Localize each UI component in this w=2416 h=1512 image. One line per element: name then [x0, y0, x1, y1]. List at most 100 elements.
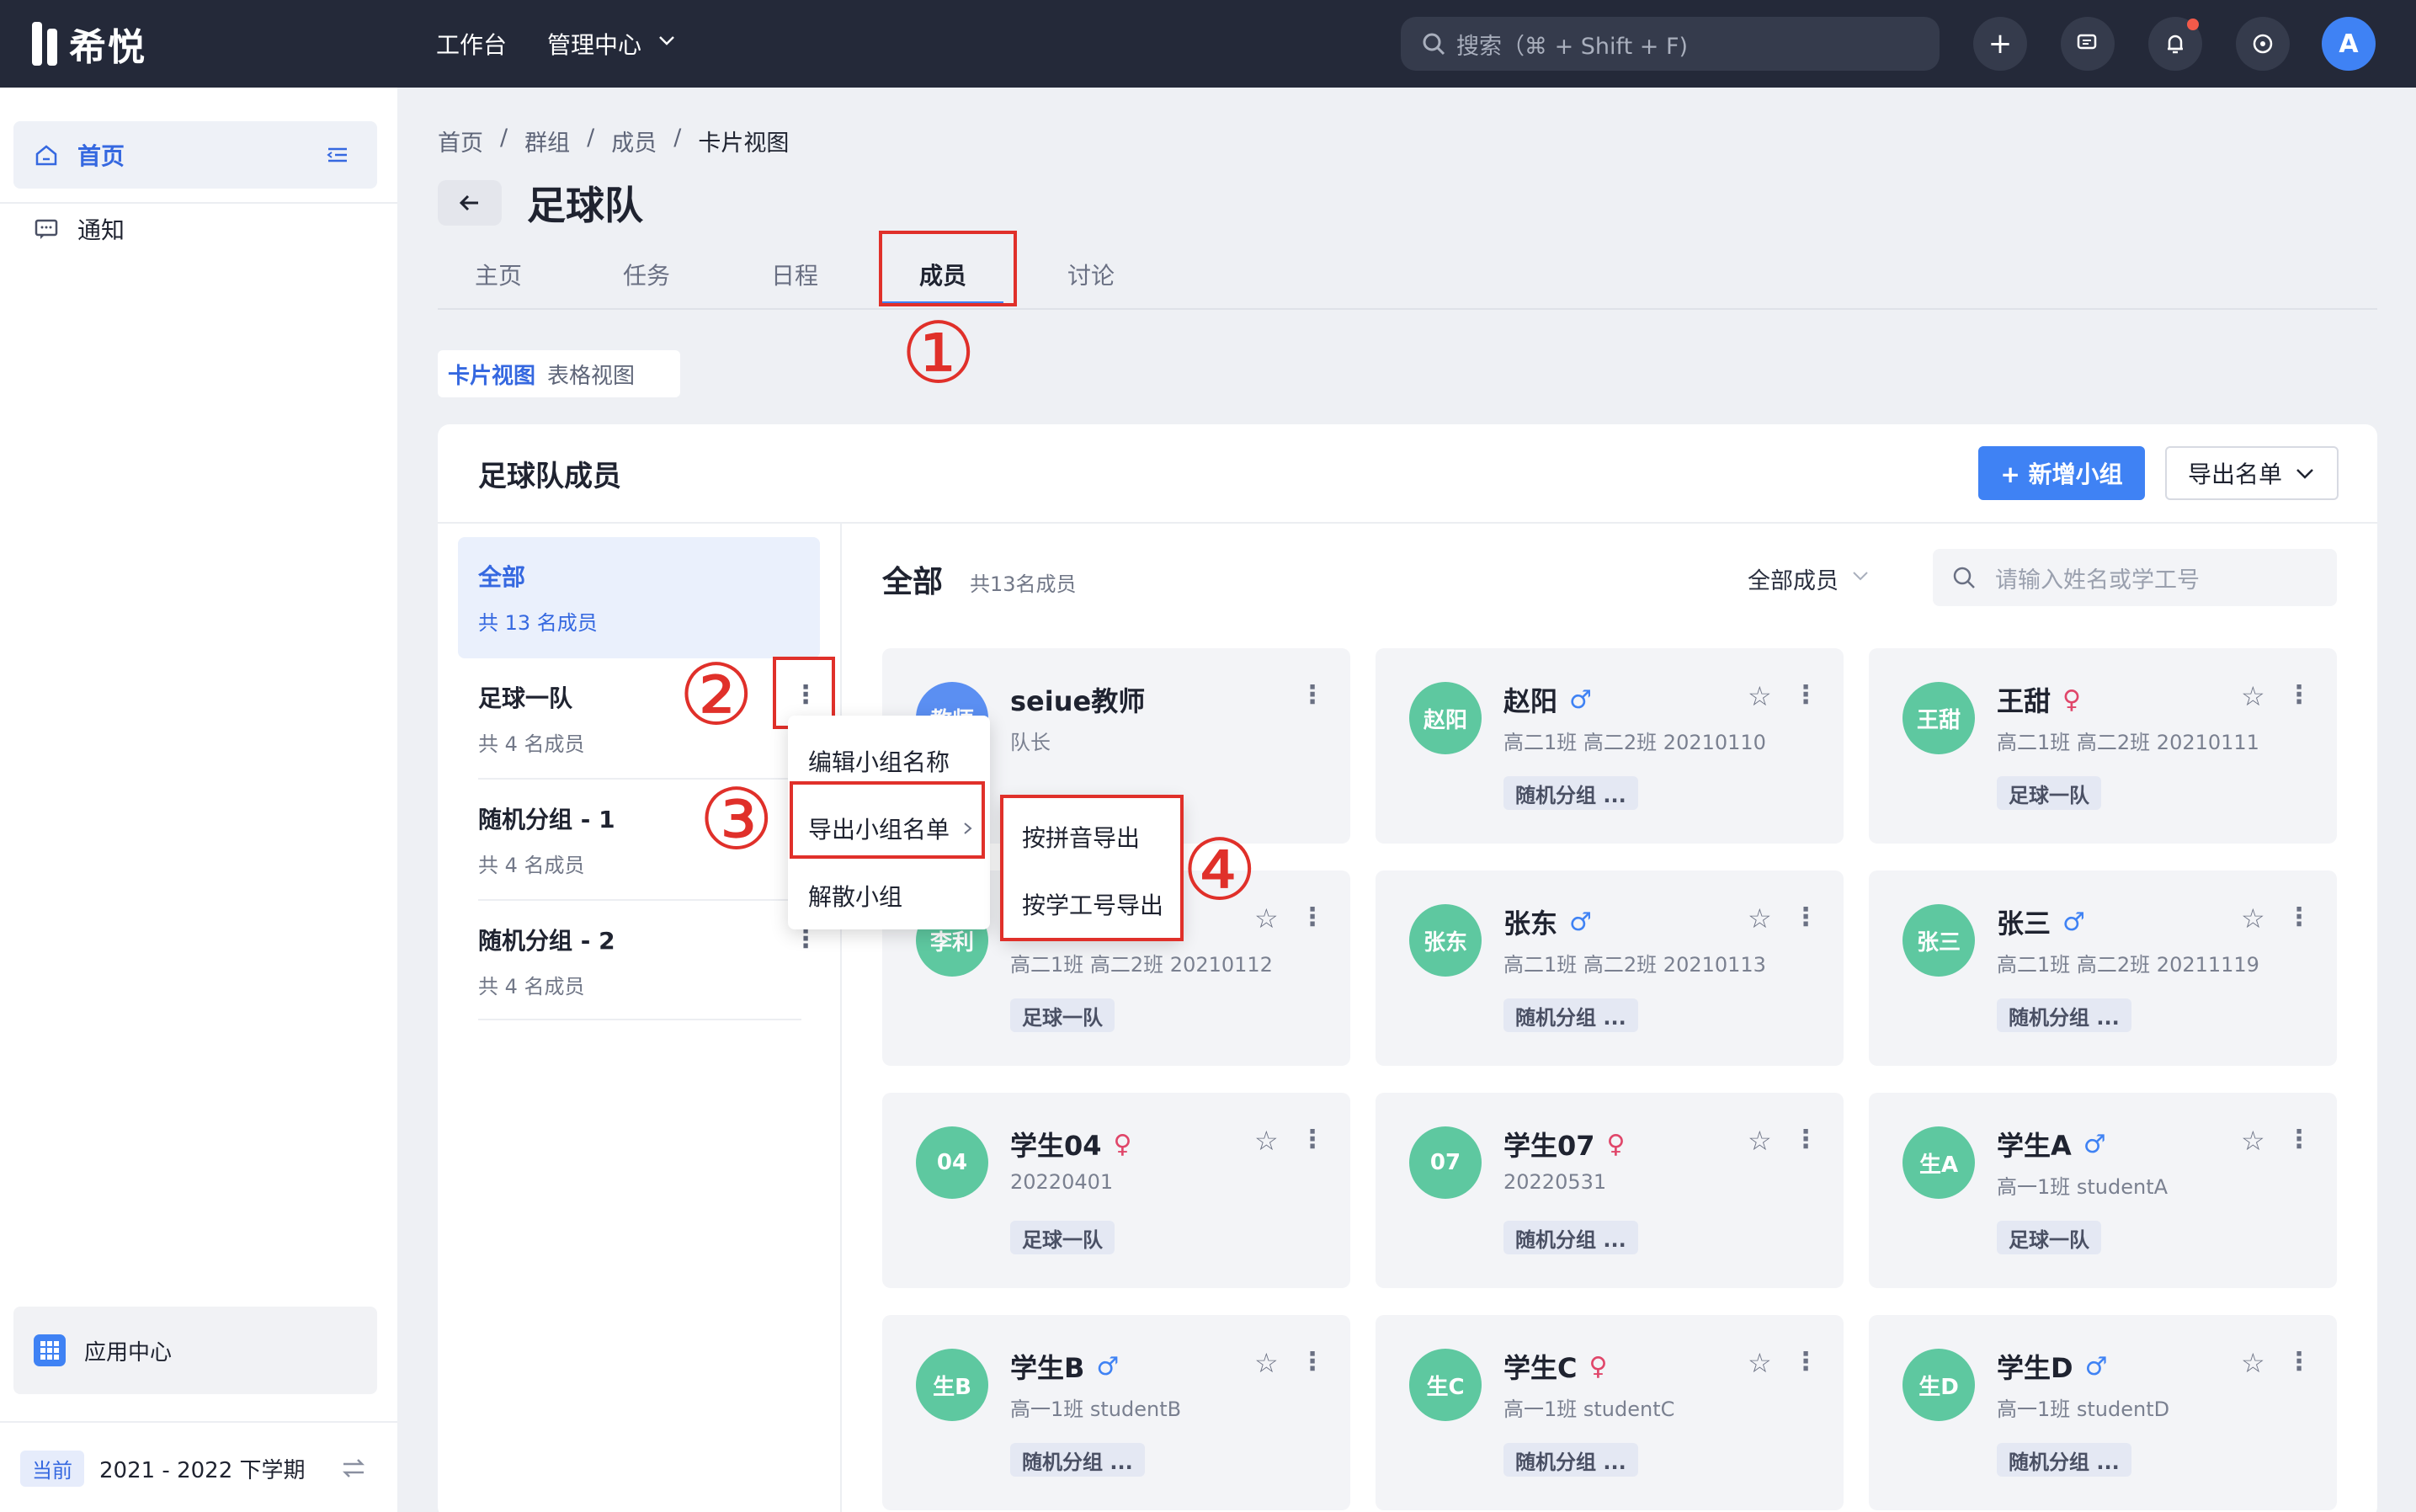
- new-group-button[interactable]: + 新增小组: [1978, 446, 2145, 500]
- member-name: 赵阳: [1503, 685, 1558, 717]
- more-icon[interactable]: ⋮: [2286, 1347, 2312, 1376]
- nav-admin-center[interactable]: 管理中心: [547, 27, 677, 61]
- star-icon[interactable]: ☆: [1748, 902, 1772, 934]
- user-avatar[interactable]: A: [2322, 17, 2376, 71]
- sidebar-item-notice[interactable]: 通知: [13, 195, 377, 263]
- nav-workbench[interactable]: 工作台: [436, 27, 507, 61]
- star-icon[interactable]: ☆: [2241, 902, 2265, 934]
- star-icon[interactable]: ☆: [2241, 1347, 2265, 1379]
- member-card[interactable]: 04 学生04 ♀ 20220401 足球一队 ☆ ⋮: [882, 1093, 1350, 1288]
- table-view-toggle[interactable]: 表格视图: [547, 359, 635, 390]
- breadcrumb-item[interactable]: 群组: [524, 125, 570, 157]
- more-icon[interactable]: ⋮: [1793, 1125, 1818, 1154]
- member-name: 学生B: [1010, 1352, 1085, 1384]
- star-icon[interactable]: ☆: [1748, 680, 1772, 712]
- more-icon[interactable]: ⋮: [2286, 902, 2312, 932]
- star-icon[interactable]: ☆: [2241, 680, 2265, 712]
- member-search-input[interactable]: 请输入姓名或学工号: [1933, 549, 2337, 606]
- members-section-title: 全部: [882, 565, 944, 599]
- group-more-button[interactable]: ⋮: [793, 680, 818, 710]
- member-name-row: 学生07 ♀: [1503, 1125, 1626, 1163]
- male-icon: ♂: [2083, 1129, 2106, 1159]
- group-tag: 随机分组 ...: [1997, 998, 2131, 1032]
- more-icon[interactable]: ⋮: [2286, 680, 2312, 710]
- card-view-toggle[interactable]: 卡片视图: [448, 359, 535, 390]
- member-name-row: 学生D ♂: [1997, 1347, 2107, 1386]
- sidebar-item-home[interactable]: 首页: [13, 121, 377, 189]
- member-filter-select[interactable]: 全部成员: [1748, 562, 1871, 595]
- star-icon[interactable]: ☆: [1254, 1125, 1279, 1157]
- member-card[interactable]: 张三 张三 ♂ 高二1班 高二2班 20211119 随机分组 ... ☆ ⋮: [1869, 870, 2337, 1066]
- add-button[interactable]: +: [1973, 17, 2027, 71]
- message-icon: [35, 219, 58, 239]
- member-card[interactable]: 张东 张东 ♂ 高二1班 高二2班 20210113 随机分组 ... ☆ ⋮: [1376, 870, 1844, 1066]
- more-icon[interactable]: ⋮: [1300, 1125, 1325, 1154]
- member-name: 学生A: [1997, 1130, 2072, 1162]
- app-center-label: 应用中心: [84, 1339, 173, 1366]
- star-icon[interactable]: ☆: [2241, 1125, 2265, 1157]
- member-card[interactable]: 生A 学生A ♂ 高一1班 studentA 足球一队 ☆ ⋮: [1869, 1093, 2337, 1288]
- bell-icon: [2168, 35, 2183, 54]
- star-icon[interactable]: ☆: [1748, 1347, 1772, 1379]
- avatar: 赵阳: [1409, 682, 1482, 754]
- star-icon[interactable]: ☆: [1748, 1125, 1772, 1157]
- more-icon[interactable]: ⋮: [1793, 902, 1818, 932]
- tabs-divider: [438, 308, 2377, 310]
- page-title: 足球队: [527, 183, 643, 228]
- group-tag: 随机分组 ...: [1503, 1221, 1638, 1254]
- panel-title: 足球队成员: [478, 460, 621, 493]
- breadcrumb-separator: /: [673, 125, 682, 151]
- export-list-button[interactable]: 导出名单: [2165, 446, 2339, 500]
- tab-home[interactable]: 主页: [475, 258, 522, 291]
- member-card[interactable]: 王甜 王甜 ♀ 高二1班 高二2班 20210111 足球一队 ☆ ⋮: [1869, 648, 2337, 844]
- member-name: 学生D: [1997, 1352, 2073, 1384]
- more-icon[interactable]: ⋮: [1300, 680, 1325, 710]
- more-icon[interactable]: ⋮: [1793, 1347, 1818, 1376]
- star-icon[interactable]: ☆: [1254, 902, 1279, 934]
- sidebar-item-label: 通知: [77, 216, 125, 244]
- star-icon[interactable]: ☆: [1254, 1347, 1279, 1379]
- help-button[interactable]: [2236, 17, 2290, 71]
- member-info: 高二1班 高二2班 20210110: [1503, 731, 1766, 754]
- more-icon[interactable]: ⋮: [1793, 680, 1818, 710]
- group-item-all[interactable]: 全部 共 13 名成员: [458, 537, 820, 658]
- member-name: 张三: [1997, 908, 2051, 940]
- breadcrumb: 首页 / 群组 / 成员 / 卡片视图: [438, 125, 789, 157]
- member-name-row: 学生C ♀: [1503, 1347, 1607, 1386]
- term-switcher[interactable]: 当前 2021 - 2022 下学期: [20, 1448, 377, 1488]
- female-icon: ♀: [1588, 1351, 1608, 1382]
- tab-tasks[interactable]: 任务: [623, 258, 670, 291]
- tab-discussion[interactable]: 讨论: [1067, 258, 1115, 291]
- more-icon[interactable]: ⋮: [2286, 1125, 2312, 1154]
- member-name: 王甜: [1997, 685, 2051, 717]
- avatar: 张三: [1902, 904, 1975, 977]
- member-card[interactable]: 生D 学生D ♂ 高一1班 studentD 随机分组 ... ☆ ⋮: [1869, 1315, 2337, 1510]
- member-card[interactable]: 生B 学生B ♂ 高一1班 studentB 随机分组 ... ☆ ⋮: [882, 1315, 1350, 1510]
- member-name-row: 王甜 ♀: [1997, 680, 2081, 719]
- global-search-input[interactable]: 搜索（⌘ + Shift + F): [1401, 17, 1940, 71]
- annotation-box-1: [879, 231, 1017, 306]
- member-card[interactable]: 生C 学生C ♀ 高一1班 studentC 随机分组 ... ☆ ⋮: [1376, 1315, 1844, 1510]
- group-tag: 足球一队: [1010, 1221, 1115, 1254]
- collapse-sidebar-icon[interactable]: [325, 142, 350, 168]
- back-button[interactable]: [438, 180, 502, 226]
- menu-item-dissolve-group[interactable]: 解散小组: [788, 862, 990, 929]
- app-center-button[interactable]: 应用中心: [13, 1307, 377, 1394]
- more-icon[interactable]: ⋮: [1300, 1347, 1325, 1376]
- more-icon[interactable]: ⋮: [1300, 902, 1325, 932]
- member-card[interactable]: 赵阳 赵阳 ♂ 高二1班 高二2班 20210110 随机分组 ... ☆ ⋮: [1376, 648, 1844, 844]
- tab-schedule[interactable]: 日程: [771, 258, 818, 291]
- member-info: 队长: [1010, 731, 1051, 754]
- member-card[interactable]: 07 学生07 ♀ 20220531 随机分组 ... ☆ ⋮: [1376, 1093, 1844, 1288]
- breadcrumb-item[interactable]: 成员: [611, 125, 657, 157]
- annotation-number-1: ①: [901, 304, 977, 402]
- group-tag: 随机分组 ...: [1997, 1443, 2131, 1477]
- member-info: 20220401: [1010, 1170, 1114, 1194]
- chat-button[interactable]: [2061, 17, 2115, 71]
- group-item-football-team-1[interactable]: 足球一队 共 4 名成员: [458, 680, 820, 757]
- group-item-random-2[interactable]: 随机分组 - 2 共 4 名成员: [458, 923, 820, 999]
- notification-button[interactable]: [2148, 17, 2202, 71]
- switch-icon[interactable]: [340, 1455, 367, 1482]
- breadcrumb-item[interactable]: 首页: [438, 125, 483, 157]
- app-logo[interactable]: 希悦: [32, 19, 146, 69]
